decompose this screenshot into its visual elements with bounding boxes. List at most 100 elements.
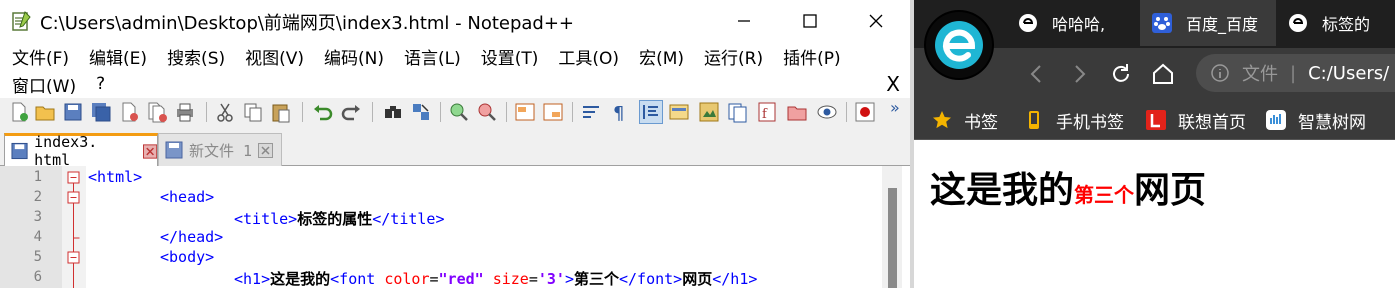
line-number: 5 [33,249,42,265]
undo-icon[interactable] [312,101,334,123]
bookmark-label: 联想首页 [1178,112,1246,133]
line-number: 6 [33,269,42,285]
saved-file-icon [11,142,28,160]
code-token: 这是我的 [270,270,331,288]
bookmark-zhihuishu[interactable]: 智慧树网 [1266,100,1366,140]
paste-icon[interactable] [270,101,292,123]
close-file-icon[interactable] [118,101,140,123]
code-token: </h1> [712,270,758,288]
record-macro-icon[interactable] [854,101,876,123]
browser-tab-2[interactable]: 百度_百度 [1140,0,1276,46]
tab-close-icon[interactable] [258,142,274,158]
code-token: <body> [160,248,215,266]
bookmark-label: 书签 [964,112,998,133]
line-number: 4 [33,229,42,245]
function-list-icon[interactable]: f [756,101,778,123]
tab-label: index3. html [34,133,98,169]
toolbar: ¶ f » [0,98,910,128]
close-button[interactable] [842,0,910,42]
bookmark-bookmarks[interactable]: 书签 [932,100,998,140]
browser-e-logo-icon [926,12,992,78]
code-line-6: <h1>这是我的<font color="red" size='3'>第三个</… [234,268,757,288]
menu-plugins[interactable]: 插件(P) [771,44,841,69]
browser-tab-3[interactable]: 标签的 [1276,0,1395,46]
heading-text: 这是我的 [930,169,1075,211]
menu-search[interactable]: 搜索(S) [155,44,225,69]
menu-file[interactable]: 文件(F) [0,44,69,69]
menu-language[interactable]: 语言(L) [392,44,461,69]
bookmark-label: 智慧树网 [1298,112,1366,133]
indent-guide-icon[interactable] [639,100,663,124]
close-document-button[interactable]: X [886,72,900,96]
minimize-button[interactable] [710,0,778,42]
code-token: </font> [619,270,683,288]
menu-tools[interactable]: 工具(O) [546,44,619,69]
code-token: "red" [438,270,484,288]
menu-run[interactable]: 运行(R) [692,44,763,69]
find-icon[interactable] [382,101,404,123]
tab-label: 新文件 1 [189,141,253,160]
bookmark-mobile[interactable]: 手机书签 [1024,100,1124,140]
sync-vertical-icon[interactable] [514,101,536,123]
browser-tab-label: 哈哈哈, [1052,15,1106,34]
fold-markers-icon[interactable] [62,166,86,288]
toolbar-overflow-chevron-icon[interactable]: » [890,98,900,117]
print-icon[interactable] [174,101,196,123]
maximize-icon [803,14,817,28]
monitoring-icon[interactable] [816,101,838,123]
menu-encoding[interactable]: 编码(N) [312,44,384,69]
show-all-characters-icon[interactable]: ¶ [608,101,630,123]
forward-icon[interactable] [1066,61,1092,87]
code-token: <html> [88,168,143,186]
redo-icon[interactable] [340,101,362,123]
maximize-button[interactable] [776,0,844,42]
browser-window: 哈哈哈, 百度_百度 标签的 文件 | C:/Users/ 书签 手机书签 联想… [914,0,1395,288]
vertical-scrollbar[interactable] [882,166,902,288]
folder-as-workspace-icon[interactable] [786,101,808,123]
notepad-app-icon [12,11,31,31]
close-all-icon[interactable] [146,101,168,123]
word-wrap-icon[interactable] [580,101,602,123]
code-token: > [564,270,574,288]
copy-icon[interactable] [242,101,264,123]
document-map-icon[interactable] [698,101,720,123]
cut-icon[interactable] [214,101,236,123]
new-file-icon[interactable] [8,101,30,123]
open-file-icon[interactable] [34,101,56,123]
bookmark-lenovo[interactable]: 联想首页 [1146,100,1246,140]
toolbar-separator [372,102,373,122]
code-token: <title> [234,210,298,228]
scrollbar-thumb[interactable] [888,188,897,288]
sync-horizontal-icon[interactable] [542,101,564,123]
info-icon[interactable] [1210,63,1230,83]
menu-view[interactable]: 视图(V) [233,44,304,69]
tab-index3-html[interactable]: index3. html [4,133,158,169]
menu-settings[interactable]: 设置(T) [469,44,539,69]
menu-edit[interactable]: 编辑(E) [77,44,147,69]
code-line-4: </head> [160,228,223,246]
code-editor[interactable]: 1 2 3 4 5 6 <html> <head> <title>标签的属性</… [0,166,910,288]
back-icon[interactable] [1024,61,1050,87]
title-bar: C:\Users\admin\Desktop\前端网页\index3.html … [0,0,910,42]
heading-red-text: 第三个 [1074,183,1135,207]
menu-help[interactable]: ? [84,74,105,94]
browser-tab-1[interactable]: 哈哈哈, [1006,0,1140,46]
tab-close-icon[interactable] [142,143,157,159]
menu-macro[interactable]: 宏(M) [627,44,684,69]
code-line-3: <title>标签的属性</title> [234,208,444,229]
home-icon[interactable] [1150,61,1176,87]
address-bar[interactable]: 文件 | C:/Users/ [1196,54,1395,92]
reload-icon[interactable] [1108,61,1134,87]
menu-window[interactable]: 窗口(W) [0,72,76,97]
save-all-icon[interactable] [90,101,112,123]
user-defined-language-icon[interactable] [668,101,690,123]
code-token: 第三个 [573,270,619,288]
star-icon [933,111,951,129]
zoom-in-icon[interactable] [448,101,470,123]
tab-new-file-1[interactable]: 新文件 1 [158,133,282,166]
baidu-paw-icon [1152,13,1172,33]
zoom-out-icon[interactable] [476,101,498,123]
save-icon[interactable] [62,101,84,123]
replace-icon[interactable] [410,101,432,123]
document-list-icon[interactable] [726,101,748,123]
